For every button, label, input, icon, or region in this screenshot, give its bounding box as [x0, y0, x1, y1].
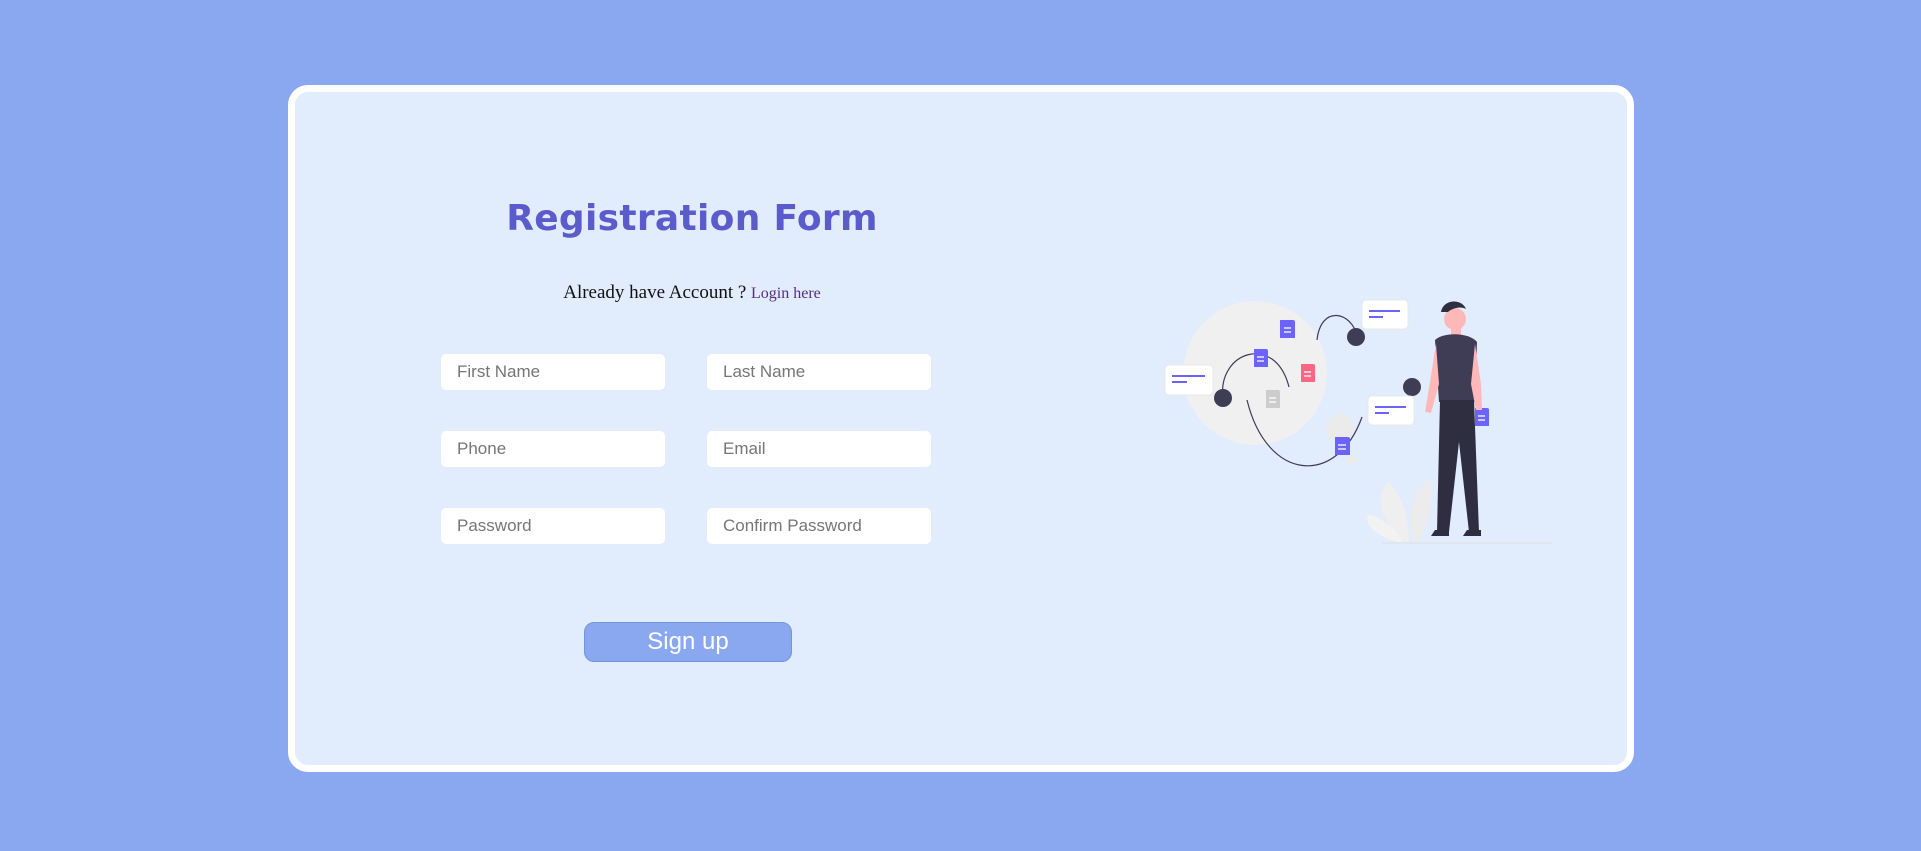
last-name-field[interactable] [707, 354, 931, 390]
registration-card: Registration Form Already have Account ?… [288, 85, 1634, 772]
sign-up-button[interactable]: Sign up [584, 622, 792, 662]
password-field[interactable] [441, 508, 665, 544]
person-with-documents-illustration [1164, 299, 1552, 544]
login-prompt-text: Already have Account ? [563, 282, 747, 303]
phone-field[interactable] [441, 431, 665, 467]
confirm-password-field[interactable] [707, 508, 931, 544]
page-title: Registration Form [506, 198, 878, 239]
email-field[interactable] [707, 431, 931, 467]
login-prompt: Already have Account ? Login here [295, 282, 1089, 304]
login-link[interactable]: Login here [751, 285, 821, 302]
first-name-field[interactable] [441, 354, 665, 390]
